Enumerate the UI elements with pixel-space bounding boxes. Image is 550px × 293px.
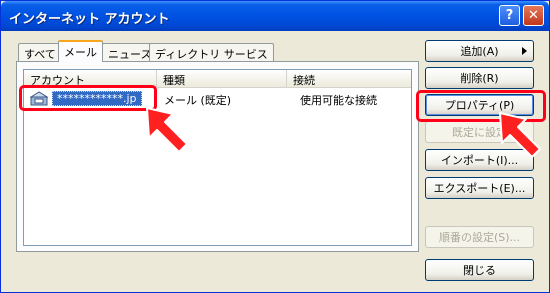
account-type: メール (既定) — [164, 94, 232, 107]
account-name: ************.jp — [52, 91, 142, 106]
mail-account-icon — [30, 91, 48, 106]
export-button[interactable]: エクスポート(E)... — [425, 177, 534, 199]
properties-button-label: プロパティ(P) — [444, 99, 515, 112]
set-default-button-label: 既定に設定 — [452, 126, 507, 139]
close-button[interactable]: 閉じる — [425, 259, 534, 281]
add-button-label: 追加(A) — [460, 45, 499, 58]
column-header-connection[interactable]: 接続 — [287, 70, 411, 88]
arrow-right-icon — [522, 47, 527, 55]
close-icon: ✕ — [528, 8, 539, 23]
table-row[interactable]: ************.jp メール (既定) 使用可能な接続 — [24, 90, 411, 108]
window-title: インターネット アカウント — [9, 12, 170, 27]
remove-button[interactable]: 削除(R) — [425, 67, 534, 89]
column-header-type[interactable]: 種類 — [157, 70, 287, 88]
account-list[interactable]: アカウント 種類 接続 ************.jp メール (既定) 使用可… — [23, 69, 412, 246]
list-header: アカウント 種類 接続 — [24, 70, 411, 88]
tab-mail[interactable]: メール — [58, 40, 103, 62]
tab-directory-service[interactable]: ディレクトリ サービス — [149, 43, 274, 61]
properties-button[interactable]: プロパティ(P) — [425, 94, 534, 116]
title-bar: インターネット アカウント ? ✕ — [1, 1, 549, 31]
add-button[interactable]: 追加(A) — [425, 40, 534, 62]
account-connection: 使用可能な接続 — [300, 94, 377, 107]
help-icon: ? — [505, 8, 514, 23]
close-window-button[interactable]: ✕ — [523, 5, 544, 26]
set-order-button-label: 順番の設定(S)... — [438, 231, 521, 244]
help-button[interactable]: ? — [499, 5, 520, 26]
set-order-button[interactable]: 順番の設定(S)... — [425, 226, 534, 248]
internet-accounts-dialog: インターネット アカウント ? ✕ すべて メール ニュース ディレクトリ サー… — [0, 0, 550, 293]
import-button[interactable]: インポート(I)... — [425, 149, 534, 171]
export-button-label: エクスポート(E)... — [433, 182, 526, 195]
remove-button-label: 削除(R) — [460, 72, 499, 85]
close-button-label: 閉じる — [463, 264, 496, 277]
tab-all[interactable]: すべて — [18, 43, 62, 61]
set-default-button[interactable]: 既定に設定 — [425, 121, 534, 143]
import-button-label: インポート(I)... — [440, 154, 519, 167]
column-header-account[interactable]: アカウント — [24, 70, 157, 88]
